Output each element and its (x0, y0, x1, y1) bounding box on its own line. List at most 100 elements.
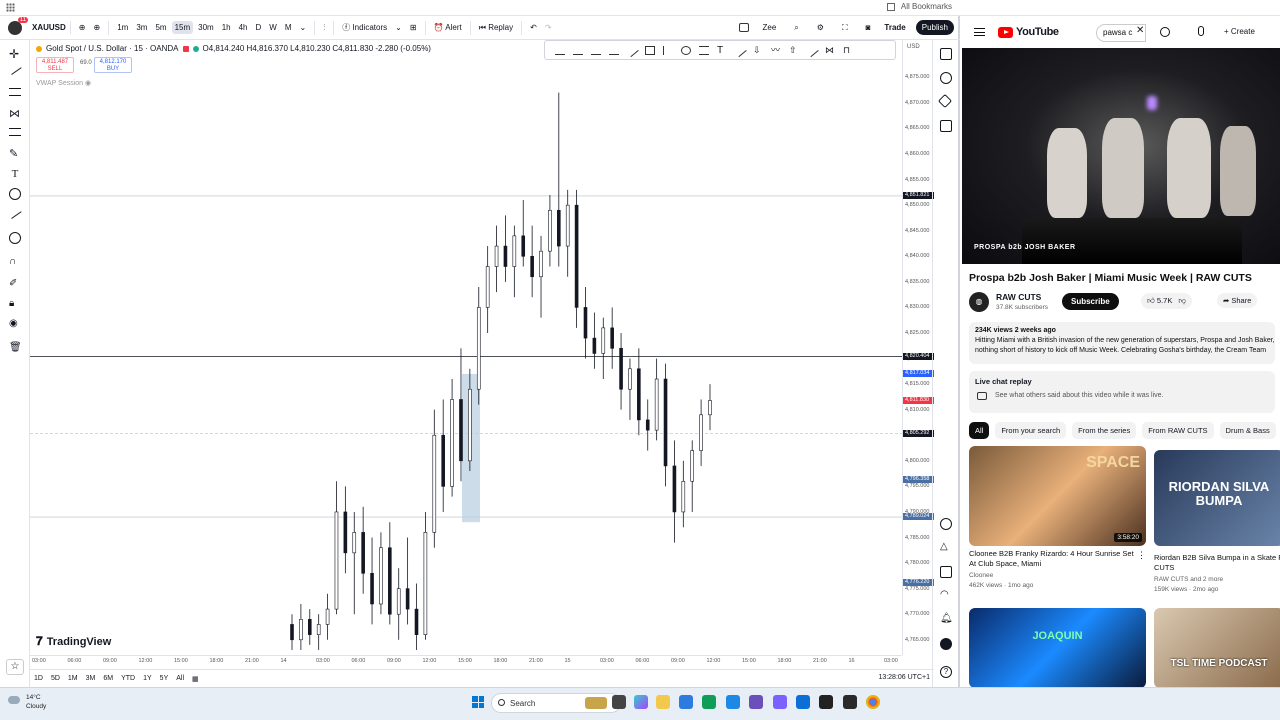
arrow-up-icon[interactable]: ⇧ (789, 45, 799, 55)
templates-icon[interactable]: ⊞ (410, 23, 417, 32)
chip-drum-bass[interactable]: Drum & Bass (1219, 422, 1276, 439)
search-icon[interactable]: ⌕ (794, 23, 798, 33)
calendar-icon[interactable] (940, 566, 952, 578)
candle[interactable] (307, 609, 312, 645)
candle[interactable] (405, 537, 410, 625)
range-6m[interactable]: 6M (103, 675, 113, 682)
line-tool-icon[interactable] (805, 43, 819, 57)
candle[interactable] (494, 225, 499, 293)
timeframe-d[interactable]: D (253, 21, 265, 34)
candle[interactable] (601, 317, 606, 380)
task-view-icon[interactable] (612, 695, 626, 709)
app-icon[interactable] (843, 695, 857, 709)
candle[interactable] (476, 286, 481, 405)
app-icon[interactable] (702, 695, 716, 709)
create-button[interactable]: + Create (1224, 27, 1255, 36)
range-3m[interactable]: 3M (86, 675, 96, 682)
time-scale[interactable]: 03:00 06:00 09:00 12:00 15:00 18:00 21:00 14 03:… (30, 655, 902, 669)
candle[interactable] (583, 286, 588, 359)
price-tag[interactable]: 4,776.220 (903, 578, 934, 586)
rectangle-icon[interactable] (645, 45, 655, 55)
timeframe-15m[interactable]: 15m (171, 21, 194, 34)
candle[interactable] (423, 511, 428, 640)
favorites-star-icon[interactable]: ☆ (6, 659, 24, 675)
teams-icon[interactable] (773, 695, 787, 709)
menu-icon[interactable] (974, 28, 985, 36)
indicators-dropdown-icon[interactable]: ⌄ (395, 23, 402, 32)
trendline-icon[interactable] (625, 43, 639, 57)
price-tag[interactable]: 4,820.404 (903, 352, 934, 360)
target-icon[interactable] (940, 518, 952, 530)
candle[interactable] (379, 532, 383, 615)
copilot-icon[interactable] (634, 695, 648, 709)
candle[interactable] (485, 246, 490, 333)
trash-icon[interactable]: 🗑︎ (9, 342, 22, 354)
timeframe-3m[interactable]: 3m (133, 21, 150, 34)
fib-icon[interactable] (9, 88, 21, 96)
chevron-down-icon[interactable]: ⌄ (300, 23, 307, 32)
indicators-button[interactable]: ⓕ Indicators (342, 22, 387, 33)
candle[interactable] (610, 307, 614, 369)
compare-icon[interactable]: ⊕ (93, 23, 100, 32)
candle[interactable] (325, 593, 330, 640)
undo-icon[interactable]: ↶ (530, 23, 537, 32)
candle[interactable] (628, 358, 632, 420)
price-tag[interactable]: 4,817.034 (903, 370, 934, 378)
more-options-icon[interactable]: ⋮ (1137, 550, 1146, 561)
chat-icon[interactable] (940, 120, 952, 132)
related-video-title[interactable]: Cloonee B2B Franky Rizardo: 4 Hour Sunri… (969, 549, 1139, 569)
eye-icon[interactable]: ◉ (85, 80, 91, 87)
candle[interactable] (637, 348, 641, 436)
layout-icon[interactable] (738, 23, 749, 32)
trade-button[interactable]: Trade (884, 23, 905, 32)
candle[interactable] (530, 225, 534, 298)
candle[interactable] (388, 522, 392, 625)
candle[interactable] (708, 384, 712, 431)
ray-icon[interactable] (591, 46, 601, 55)
file-explorer-icon[interactable] (656, 695, 670, 709)
price-tag[interactable]: 4,805.292 (903, 430, 934, 438)
timeframe-1m[interactable]: 1m (114, 21, 131, 34)
magnet-icon[interactable]: ∩ (9, 256, 21, 268)
price-tag[interactable]: 4,796.358 (903, 475, 934, 483)
grid-apps-icon[interactable] (940, 638, 952, 650)
video-thumbnail[interactable]: JOAQUIN (969, 608, 1146, 687)
price-tag[interactable]: 4,851.821 (903, 192, 934, 200)
lock-icon[interactable]: 🔒︎ (9, 298, 21, 310)
price-tag[interactable]: 4,789.024 (903, 513, 934, 521)
fullscreen-icon[interactable]: ⛶ (842, 23, 848, 33)
candle[interactable] (592, 312, 597, 369)
alert-button[interactable]: ⏰ Alert (434, 23, 462, 32)
mic-icon[interactable] (1198, 26, 1204, 36)
zoom-icon[interactable] (9, 232, 21, 244)
apps-grid-icon[interactable] (6, 3, 15, 12)
candle[interactable] (334, 481, 339, 615)
forecast-icon[interactable] (9, 128, 21, 136)
clear-search-icon[interactable]: ✕ (1136, 25, 1144, 36)
channel-avatar[interactable]: ◍ (969, 292, 989, 312)
candle[interactable] (361, 506, 365, 594)
alerts-clock-icon[interactable] (940, 72, 952, 84)
subscribe-button[interactable]: Subscribe (1062, 293, 1119, 310)
app-icon[interactable] (749, 695, 763, 709)
rss-icon[interactable]: ◠ (940, 590, 952, 602)
range-5d[interactable]: 5D (51, 675, 60, 682)
weather-widget[interactable]: 14°C Cloudy (26, 693, 46, 711)
app-icon[interactable] (819, 695, 833, 709)
description-box[interactable]: 234K views 2 weeks ago Hitting Miami wit… (969, 322, 1275, 364)
candle[interactable] (316, 614, 321, 650)
watchlist-icon[interactable] (940, 48, 952, 60)
price-tag[interactable]: 4,811.830 (903, 396, 934, 404)
candle[interactable] (503, 215, 508, 282)
candle[interactable] (690, 440, 695, 512)
chip-from-channel[interactable]: From RAW CUTS (1142, 422, 1214, 439)
vwap-indicator-label[interactable]: VWAP Session ◉ (36, 79, 91, 87)
arrow-down-icon[interactable]: ⇩ (753, 45, 763, 55)
pencil-lock-icon[interactable]: ✐ (9, 278, 21, 290)
candle[interactable] (654, 358, 659, 441)
camera-icon[interactable]: ◙ (866, 23, 871, 32)
candle[interactable] (414, 583, 419, 650)
range-5y[interactable]: 5Y (160, 675, 169, 682)
symbol-search[interactable]: XAUUSD (28, 21, 71, 34)
add-symbol-icon[interactable]: ⊕ (79, 23, 86, 32)
